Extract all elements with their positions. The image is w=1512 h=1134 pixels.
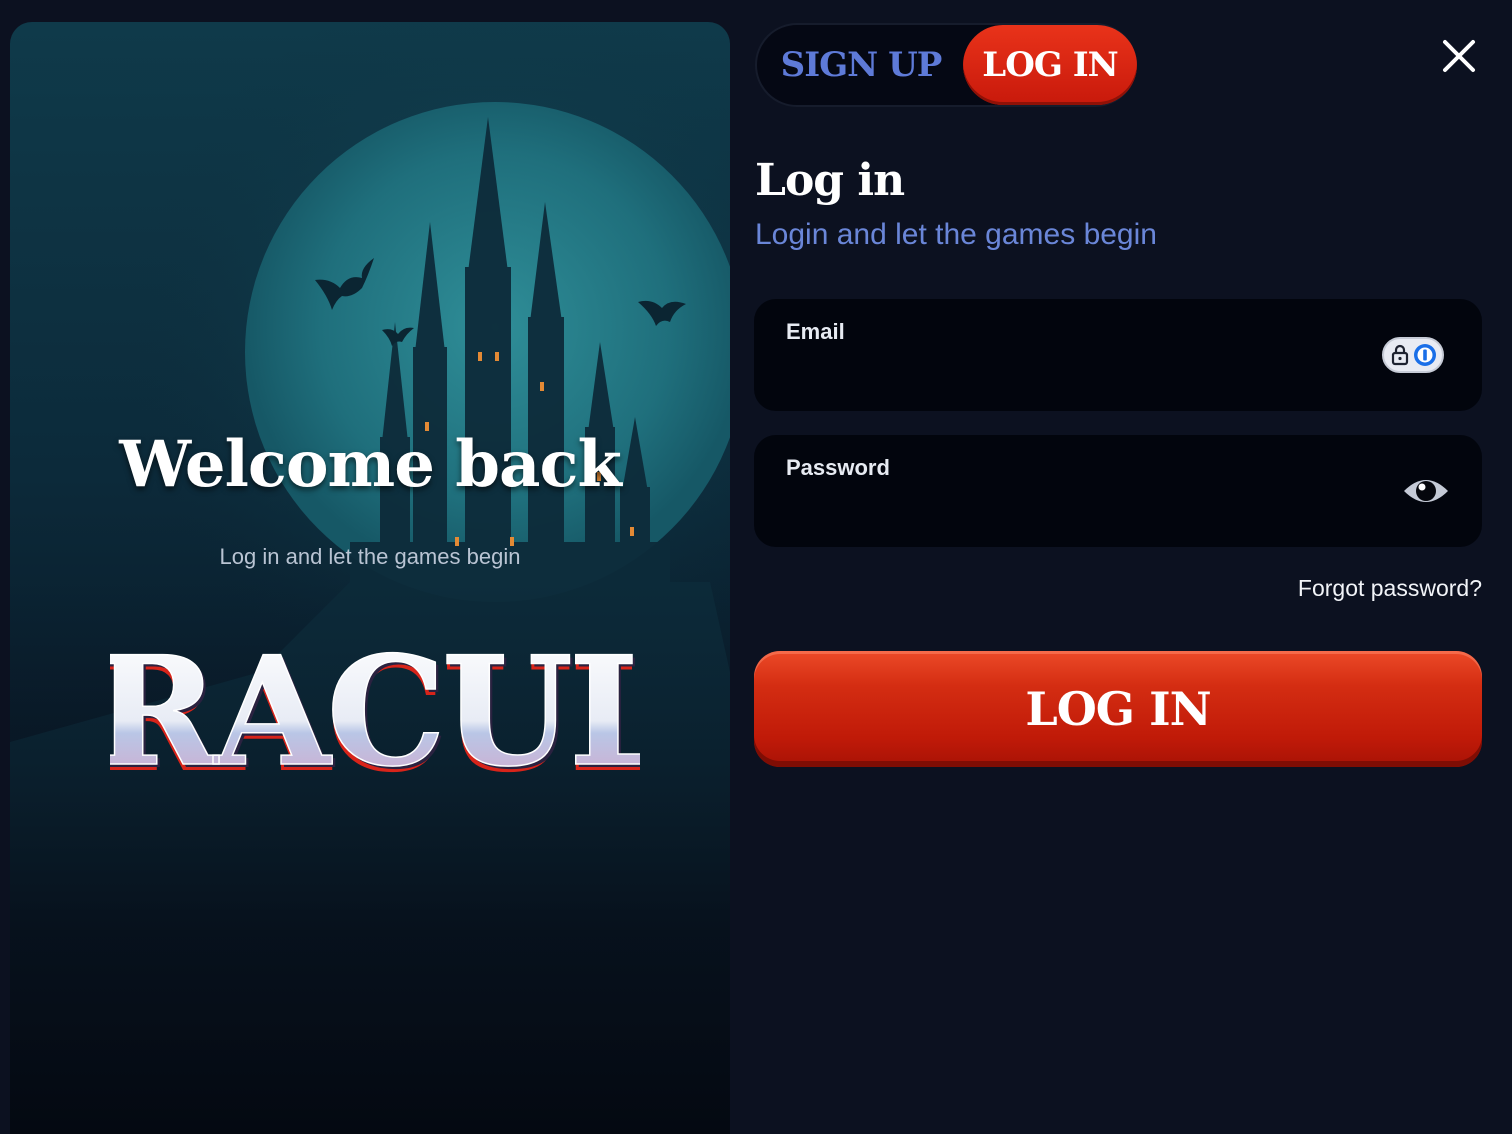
email-label: Email (786, 319, 845, 344)
password-manager-icon (1391, 344, 1436, 366)
form-title: Log in (755, 155, 905, 206)
login-modal: Welcome back Log in and let the games be… (0, 0, 1512, 1134)
forgot-password-link[interactable]: Forgot password? (1280, 575, 1482, 602)
password-field[interactable]: Password (754, 435, 1482, 547)
auth-tabs: SIGN UP LOG IN (755, 23, 1137, 107)
castle-moon-illustration (10, 22, 730, 1134)
welcome-subtitle: Log in and let the games begin (219, 544, 521, 569)
close-button[interactable] (1436, 33, 1482, 79)
tab-log-in[interactable]: LOG IN (963, 25, 1137, 105)
password-input[interactable] (786, 493, 1366, 529)
tab-sign-up[interactable]: SIGN UP (761, 25, 961, 105)
welcome-title: Welcome back (119, 427, 622, 502)
password-label: Password (786, 455, 890, 480)
hero-panel: Welcome back Log in and let the games be… (10, 22, 730, 1134)
show-password-button[interactable] (1402, 471, 1450, 511)
email-field[interactable]: Email (754, 299, 1482, 411)
eye-icon (1404, 480, 1448, 502)
email-input[interactable] (786, 357, 1366, 393)
svg-text:DRACULA: DRACULA (110, 624, 640, 782)
close-icon (1443, 40, 1475, 72)
password-manager-button[interactable] (1382, 337, 1444, 373)
dracula-logo: DRACULA DRACULA DRACULA (110, 623, 640, 782)
login-submit-button[interactable]: LOG IN (754, 651, 1482, 767)
form-subtitle: Login and let the games begin (755, 218, 1157, 251)
